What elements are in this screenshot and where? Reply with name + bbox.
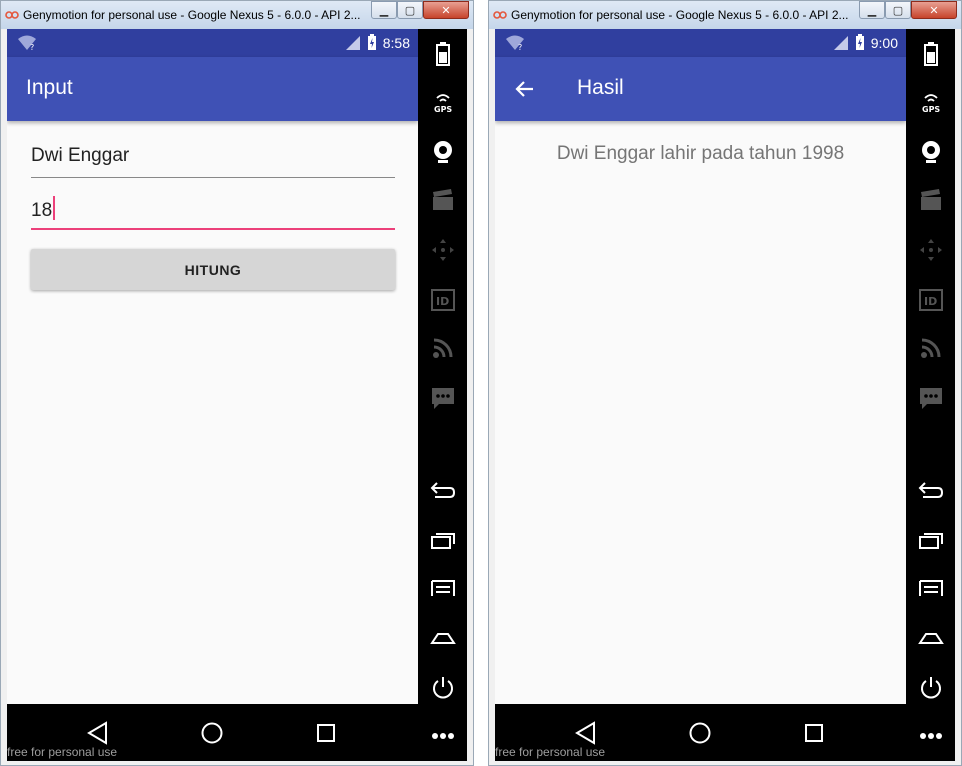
identifier-icon[interactable]: ID	[918, 287, 944, 313]
title-bar[interactable]: Genymotion for personal use - Google Nex…	[489, 1, 961, 29]
wifi-icon: ?	[18, 35, 36, 51]
rss-icon[interactable]	[918, 335, 944, 361]
signal-icon	[833, 35, 848, 50]
battery-icon[interactable]	[430, 41, 456, 67]
close-button[interactable]: ✕	[423, 1, 469, 19]
status-bar: ? 8:58	[7, 29, 418, 57]
menu-icon[interactable]	[430, 575, 456, 601]
app-bar: Hasil	[495, 57, 906, 121]
nav-home-icon[interactable]	[687, 720, 713, 746]
minimize-button[interactable]: ▁	[859, 1, 885, 19]
page-title: Input	[26, 76, 73, 99]
svg-text:?: ?	[518, 43, 522, 51]
nav-recents-icon[interactable]	[801, 720, 827, 746]
back-arrow-icon[interactable]	[513, 77, 537, 101]
dpad-icon[interactable]	[918, 237, 944, 263]
age-input-value: 18	[31, 200, 53, 221]
capture-icon[interactable]	[918, 187, 944, 213]
close-button[interactable]: ✕	[911, 1, 957, 19]
maximize-button[interactable]: ▢	[397, 1, 423, 19]
svg-text:ID: ID	[924, 295, 937, 308]
genymotion-toolbar: GPS ID	[906, 29, 955, 761]
emulator-window-hasil: Genymotion for personal use - Google Nex…	[488, 0, 962, 766]
genymotion-logo-icon	[5, 11, 19, 19]
dpad-icon[interactable]	[430, 237, 456, 263]
power-icon[interactable]	[430, 675, 456, 701]
nav-back-icon[interactable]	[85, 720, 111, 746]
svg-text:ID: ID	[436, 295, 449, 308]
title-bar[interactable]: Genymotion for personal use - Google Nex…	[1, 1, 473, 29]
result-text: Dwi Enggar lahir pada tahun 1998	[556, 143, 845, 164]
genymotion-toolbar: GPS ID	[418, 29, 467, 761]
page-title: Hasil	[577, 76, 624, 99]
home-icon[interactable]	[918, 625, 944, 651]
back-icon[interactable]	[918, 477, 944, 503]
nav-back-icon[interactable]	[573, 720, 599, 746]
menu-icon[interactable]	[918, 575, 944, 601]
window-title: Genymotion for personal use - Google Nex…	[511, 8, 849, 22]
svg-text:GPS: GPS	[434, 105, 452, 114]
more-icon[interactable]	[918, 723, 944, 749]
age-input[interactable]: 18	[31, 196, 395, 230]
name-input-value: Dwi Enggar	[31, 145, 130, 166]
gps-icon[interactable]: GPS	[430, 89, 456, 115]
identifier-icon[interactable]: ID	[430, 287, 456, 313]
android-screen: ? 9:00 Hasil Dwi Enggar lahir pada tahun…	[495, 29, 906, 704]
svg-text:?: ?	[30, 43, 34, 51]
device-frame: ? 8:58 Input Dwi Enggar 18 HITUNG free f…	[7, 29, 467, 761]
emulator-window-input: Genymotion for personal use - Google Nex…	[0, 0, 474, 766]
capture-icon[interactable]	[430, 187, 456, 213]
battery-charging-icon	[367, 34, 376, 50]
webcam-icon[interactable]	[918, 139, 944, 165]
status-time: 9:00	[870, 34, 898, 51]
home-icon[interactable]	[430, 625, 456, 651]
gps-icon[interactable]: GPS	[918, 89, 944, 115]
battery-icon[interactable]	[918, 41, 944, 67]
back-icon[interactable]	[430, 477, 456, 503]
rss-icon[interactable]	[430, 335, 456, 361]
signal-icon	[345, 35, 360, 50]
maximize-button[interactable]: ▢	[885, 1, 911, 19]
wifi-icon: ?	[506, 35, 524, 51]
app-bar: Input	[7, 57, 418, 121]
status-time: 8:58	[382, 34, 410, 51]
webcam-icon[interactable]	[430, 139, 456, 165]
watermark: free for personal use	[495, 745, 606, 759]
device-frame: ? 9:00 Hasil Dwi Enggar lahir pada tahun…	[495, 29, 955, 761]
watermark: free for personal use	[7, 745, 118, 759]
name-input[interactable]: Dwi Enggar	[31, 145, 395, 178]
hitung-button[interactable]: HITUNG	[31, 249, 395, 290]
more-icon[interactable]	[430, 723, 456, 749]
genymotion-logo-icon	[493, 11, 507, 19]
status-bar: ? 9:00	[495, 29, 906, 57]
nav-home-icon[interactable]	[199, 720, 225, 746]
recents-icon[interactable]	[918, 527, 944, 553]
power-icon[interactable]	[918, 675, 944, 701]
recents-icon[interactable]	[430, 527, 456, 553]
nav-bar: free for personal use	[495, 704, 906, 761]
text-caret	[53, 196, 56, 220]
svg-text:GPS: GPS	[922, 105, 940, 114]
nav-recents-icon[interactable]	[313, 720, 339, 746]
android-screen: ? 8:58 Input Dwi Enggar 18 HITUNG	[7, 29, 418, 704]
minimize-button[interactable]: ▁	[371, 1, 397, 19]
window-title: Genymotion for personal use - Google Nex…	[23, 8, 361, 22]
sms-icon[interactable]	[918, 385, 944, 411]
nav-bar: free for personal use	[7, 704, 418, 761]
battery-charging-icon	[855, 34, 864, 50]
sms-icon[interactable]	[430, 385, 456, 411]
